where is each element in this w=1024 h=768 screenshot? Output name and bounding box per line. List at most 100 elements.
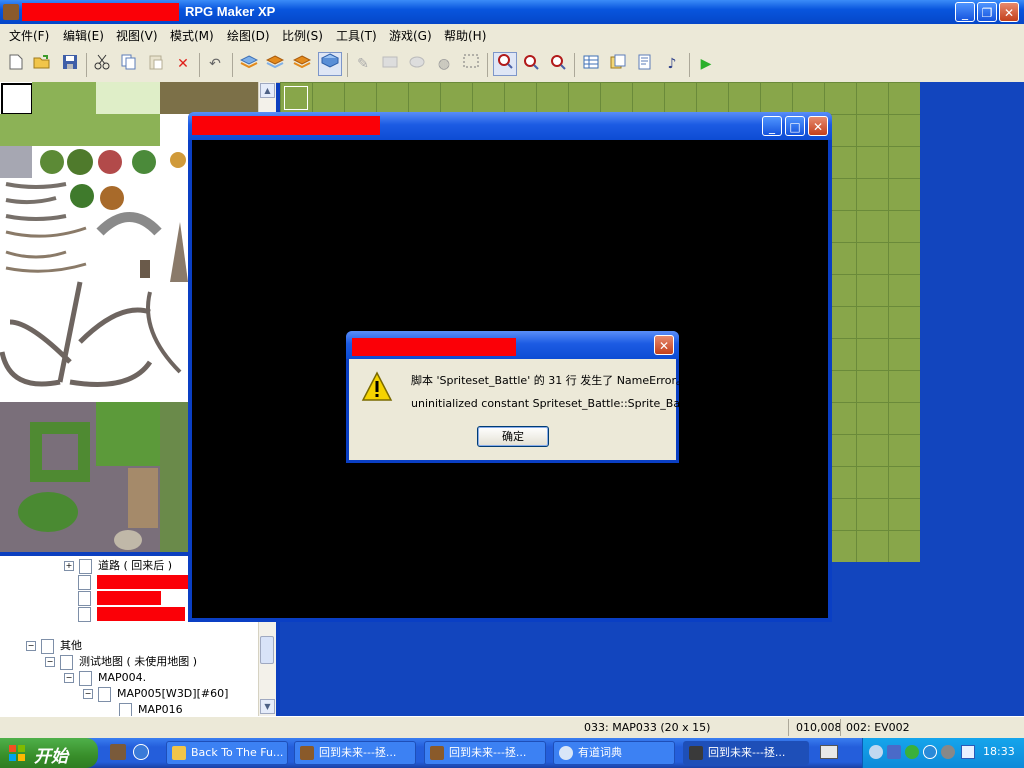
close-button[interactable]: ✕ <box>999 2 1019 22</box>
ellipse-icon[interactable] <box>407 54 427 74</box>
tree-item[interactable]: − 其他 <box>26 638 82 654</box>
script-editor-icon[interactable] <box>635 54 655 74</box>
layer2-icon[interactable] <box>265 54 285 74</box>
task-game-1[interactable]: 回到未来---拯... <box>294 741 416 765</box>
minimize-button[interactable]: _ <box>955 2 975 22</box>
rpg-icon <box>430 746 444 760</box>
tree-item[interactable]: − MAP004. <box>64 670 146 686</box>
clock[interactable]: 18:33 <box>983 745 1015 758</box>
warning-icon <box>361 371 393 401</box>
menu-file[interactable]: 文件(F) <box>9 27 49 44</box>
scroll-thumb[interactable] <box>260 636 274 664</box>
tree-item[interactable]: − MAP005[W3D][#60] <box>83 686 228 702</box>
quicklaunch-ie-icon[interactable] <box>133 744 149 760</box>
tray-network-icon[interactable] <box>887 745 901 759</box>
game-minimize-button[interactable]: _ <box>762 116 782 136</box>
zoom-1-1-icon[interactable] <box>493 52 517 76</box>
material-icon[interactable] <box>608 54 628 74</box>
tray-shield-icon[interactable] <box>961 745 975 759</box>
collapse-icon[interactable]: − <box>26 641 36 651</box>
menu-edit[interactable]: 编辑(E) <box>63 27 104 44</box>
app-title: RPG Maker XP <box>185 4 276 19</box>
dialog-close-button[interactable]: ✕ <box>654 335 674 355</box>
fill-icon[interactable]: ◍ <box>434 54 454 74</box>
cut-icon[interactable] <box>92 54 112 74</box>
task-game-2[interactable]: 回到未来---拯... <box>424 741 546 765</box>
event-layer-icon[interactable] <box>318 52 342 76</box>
menu-help[interactable]: 帮助(H) <box>444 27 486 44</box>
tree-item-label: 其他 <box>60 639 82 652</box>
redacted-title-part <box>22 3 179 21</box>
zoom-1-2-icon[interactable] <box>521 54 541 74</box>
dialog-title-bar[interactable]: ✕ <box>346 331 679 359</box>
error-detail: uninitialized constant Spriteset_Battle:… <box>411 397 704 410</box>
tree-item-label: MAP005[W3D][#60] <box>117 687 229 700</box>
layer1-icon[interactable] <box>239 54 259 74</box>
folder-icon <box>172 746 186 760</box>
restore-button[interactable]: ❐ <box>977 2 997 22</box>
tree-item[interactable] <box>64 574 201 590</box>
menu-bar: 文件(F) 编辑(E) 视图(V) 模式(M) 绘图(D) 比例(S) 工具(T… <box>0 24 1024 46</box>
scroll-up-icon[interactable]: ▲ <box>260 83 275 98</box>
menu-game[interactable]: 游戏(G) <box>389 27 432 44</box>
menu-tools[interactable]: 工具(T) <box>336 27 377 44</box>
menu-scale[interactable]: 比例(S) <box>282 27 323 44</box>
undo-icon[interactable]: ↶ <box>205 54 225 74</box>
menu-draw[interactable]: 绘图(D) <box>227 27 270 44</box>
status-bar: 033: MAP033 (20 x 15) 010,008 002: EV002 <box>0 716 1024 739</box>
menu-mode[interactable]: 模式(M) <box>170 27 214 44</box>
game-close-button[interactable]: ✕ <box>808 116 828 136</box>
expand-icon[interactable]: + <box>64 561 74 571</box>
collapse-icon[interactable]: − <box>45 657 55 667</box>
game-window-title-bar[interactable]: _ □ ✕ <box>188 112 832 140</box>
menu-view[interactable]: 视图(V) <box>116 27 158 44</box>
open-icon[interactable] <box>32 54 52 74</box>
playtest-icon[interactable]: ▶ <box>696 54 716 74</box>
map-icon <box>79 558 92 574</box>
sound-test-icon[interactable]: ♪ <box>662 54 682 74</box>
database-icon[interactable] <box>581 54 601 74</box>
collapse-icon[interactable]: − <box>64 673 74 683</box>
tree-item[interactable]: − 测试地图 ( 未使用地图 ) <box>45 654 197 670</box>
toolbar-separator <box>574 53 575 77</box>
start-button[interactable]: 开始 <box>0 738 98 768</box>
pencil-icon[interactable]: ✎ <box>353 54 373 74</box>
delete-icon[interactable]: ✕ <box>173 54 193 74</box>
tree-item[interactable]: MAP016 <box>119 702 183 716</box>
game-maximize-button[interactable]: □ <box>785 116 805 136</box>
copy-icon[interactable] <box>119 54 139 74</box>
collapse-icon[interactable]: − <box>83 689 93 699</box>
task-label: 回到未来---拯... <box>449 746 527 759</box>
status-divider <box>788 719 789 736</box>
layer3-icon[interactable] <box>292 54 312 74</box>
toolbar-separator <box>86 53 87 77</box>
tray-security-icon[interactable] <box>905 745 919 759</box>
main-title-bar[interactable]: RPG Maker XP _ ❐ ✕ <box>0 0 1024 24</box>
zoom-1-4-icon[interactable] <box>548 54 568 74</box>
task-youdao-dictionary[interactable]: 有道词典 <box>553 741 675 765</box>
ok-button[interactable]: 确定 <box>477 426 549 447</box>
tree-item[interactable] <box>64 606 185 622</box>
keyboard-icon[interactable] <box>820 745 838 759</box>
app-icon[interactable] <box>3 4 19 20</box>
task-game-active[interactable]: 回到未来---拯... <box>683 741 809 765</box>
scroll-down-icon[interactable]: ▼ <box>260 699 275 714</box>
new-icon[interactable] <box>6 54 26 74</box>
task-label: 回到未来---拯... <box>319 746 397 759</box>
select-icon[interactable] <box>461 54 481 74</box>
error-dialog[interactable]: ✕ 脚本 'Spriteset_Battle' 的 31 行 发生了 NameE… <box>346 331 703 463</box>
tray-app-icon[interactable] <box>869 745 883 759</box>
tree-item-label: MAP004. <box>98 671 147 684</box>
tree-item[interactable] <box>64 590 161 606</box>
rectangle-icon[interactable] <box>380 54 400 74</box>
tree-item[interactable]: + 道路 ( 回来后 ) <box>64 558 172 574</box>
task-back-to-the-future[interactable]: Back To The Fu... <box>166 741 288 765</box>
paste-icon[interactable] <box>146 54 166 74</box>
save-icon[interactable] <box>60 54 80 74</box>
redacted-map-name <box>97 575 201 589</box>
quicklaunch-rpg-icon[interactable] <box>110 744 126 760</box>
tray-update-icon[interactable] <box>923 745 937 759</box>
tray-volume-icon[interactable] <box>941 745 955 759</box>
map-icon <box>78 574 91 590</box>
dialog-body: 脚本 'Spriteset_Battle' 的 31 行 发生了 NameErr… <box>349 359 703 460</box>
